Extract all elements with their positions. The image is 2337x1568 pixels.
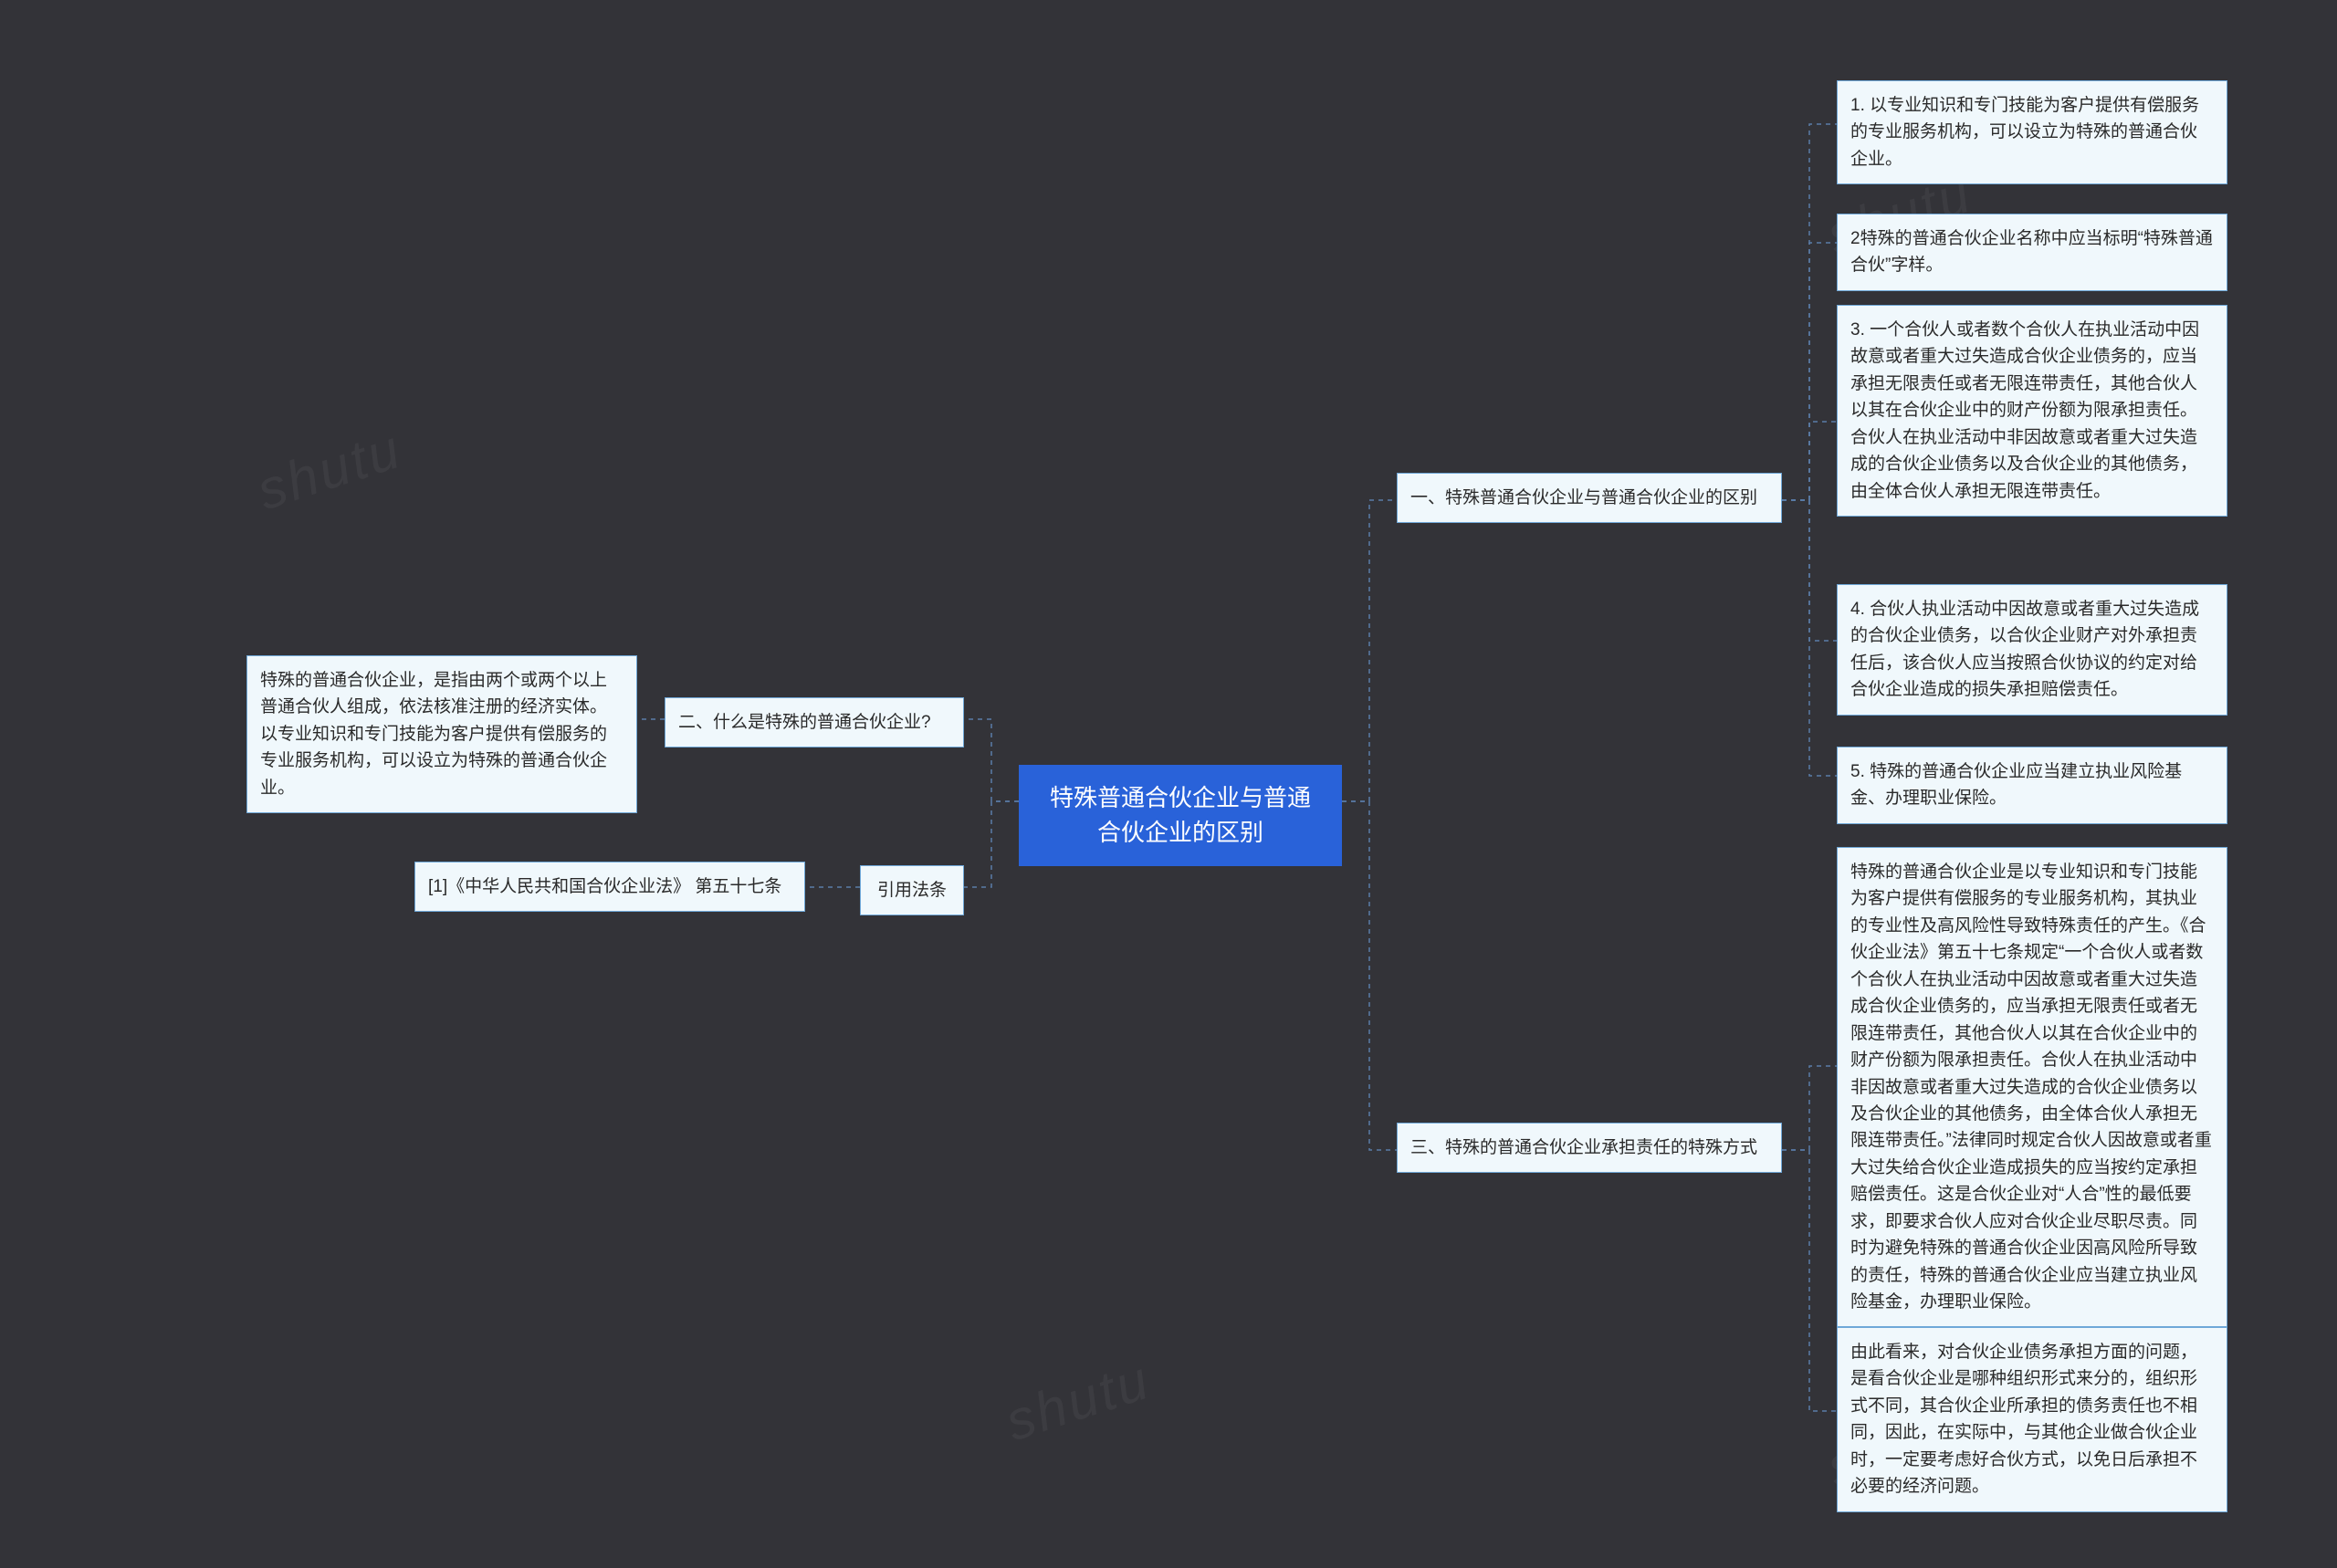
branch-3-label: 三、特殊的普通合伙企业承担责任的特殊方式 bbox=[1410, 1138, 1757, 1157]
branch-1[interactable]: 一、特殊普通合伙企业与普通合伙企业的区别 bbox=[1397, 473, 1782, 523]
branch-1-leaf-3[interactable]: 3. 一个合伙人或者数个合伙人在执业活动中因故意或者重大过失造成合伙企业债务的，… bbox=[1837, 305, 2227, 517]
branch-1-leaf-1-text: 1. 以专业知识和专门技能为客户提供有偿服务的专业服务机构，可以设立为特殊的普通… bbox=[1850, 96, 2199, 169]
branch-3-leaf-2[interactable]: 由此看来，对合伙企业债务承担方面的问题，是看合伙企业是哪种组织形式来分的，组织形… bbox=[1837, 1327, 2227, 1512]
branch-2[interactable]: 二、什么是特殊的普通合伙企业? bbox=[665, 697, 964, 747]
branch-1-leaf-2[interactable]: 2特殊的普通合伙企业名称中应当标明“特殊普通合伙”字样。 bbox=[1837, 214, 2227, 291]
branch-2-leaf[interactable]: 特殊的普通合伙企业，是指由两个或两个以上普通合伙人组成，依法核准注册的经济实体。… bbox=[246, 655, 637, 813]
root-node[interactable]: 特殊普通合伙企业与普通 合伙企业的区别 bbox=[1019, 765, 1342, 866]
root-title-line2: 合伙企业的区别 bbox=[1097, 819, 1263, 846]
branch-1-leaf-3-text: 3. 一个合伙人或者数个合伙人在执业活动中因故意或者重大过失造成合伙企业债务的，… bbox=[1850, 320, 2199, 501]
branch-ref-leaf[interactable]: [1]《中华人民共和国合伙企业法》 第五十七条 bbox=[414, 862, 805, 912]
branch-ref-label: 引用法条 bbox=[877, 881, 947, 900]
branch-1-leaf-5-text: 5. 特殊的普通合伙企业应当建立执业风险基金、办理职业保险。 bbox=[1850, 762, 2182, 808]
root-title-line1: 特殊普通合伙企业与普通 bbox=[1050, 784, 1311, 811]
branch-3-leaf-1[interactable]: 特殊的普通合伙企业是以专业知识和专门技能为客户提供有偿服务的专业服务机构，其执业… bbox=[1837, 847, 2227, 1327]
watermark: shutu bbox=[249, 417, 409, 523]
branch-2-label: 二、什么是特殊的普通合伙企业? bbox=[678, 713, 931, 732]
branch-3-leaf-2-text: 由此看来，对合伙企业债务承担方面的问题，是看合伙企业是哪种组织形式来分的，组织形… bbox=[1850, 1343, 2197, 1496]
branch-3[interactable]: 三、特殊的普通合伙企业承担责任的特殊方式 bbox=[1397, 1123, 1782, 1173]
branch-ref[interactable]: 引用法条 bbox=[860, 865, 964, 915]
branch-1-leaf-4-text: 4. 合伙人执业活动中因故意或者重大过失造成的合伙企业债务，以合伙企业财产对外承… bbox=[1850, 600, 2199, 699]
branch-1-leaf-1[interactable]: 1. 以专业知识和专门技能为客户提供有偿服务的专业服务机构，可以设立为特殊的普通… bbox=[1837, 80, 2227, 184]
branch-3-leaf-1-text: 特殊的普通合伙企业是以专业知识和专门技能为客户提供有偿服务的专业服务机构，其执业… bbox=[1850, 862, 2212, 1312]
branch-1-leaf-5[interactable]: 5. 特殊的普通合伙企业应当建立执业风险基金、办理职业保险。 bbox=[1837, 747, 2227, 824]
watermark: shutu bbox=[998, 1348, 1158, 1454]
branch-ref-leaf-text: [1]《中华人民共和国合伙企业法》 第五十七条 bbox=[428, 877, 781, 896]
mindmap-canvas: shutu shutu shutu shutu 特殊普通合伙企业与普通 合伙企业… bbox=[0, 0, 2337, 1568]
branch-2-leaf-text: 特殊的普通合伙企业，是指由两个或两个以上普通合伙人组成，依法核准注册的经济实体。… bbox=[260, 671, 607, 798]
branch-1-leaf-4[interactable]: 4. 合伙人执业活动中因故意或者重大过失造成的合伙企业债务，以合伙企业财产对外承… bbox=[1837, 584, 2227, 716]
branch-1-label: 一、特殊普通合伙企业与普通合伙企业的区别 bbox=[1410, 488, 1757, 507]
branch-1-leaf-2-text: 2特殊的普通合伙企业名称中应当标明“特殊普通合伙”字样。 bbox=[1850, 229, 2213, 275]
